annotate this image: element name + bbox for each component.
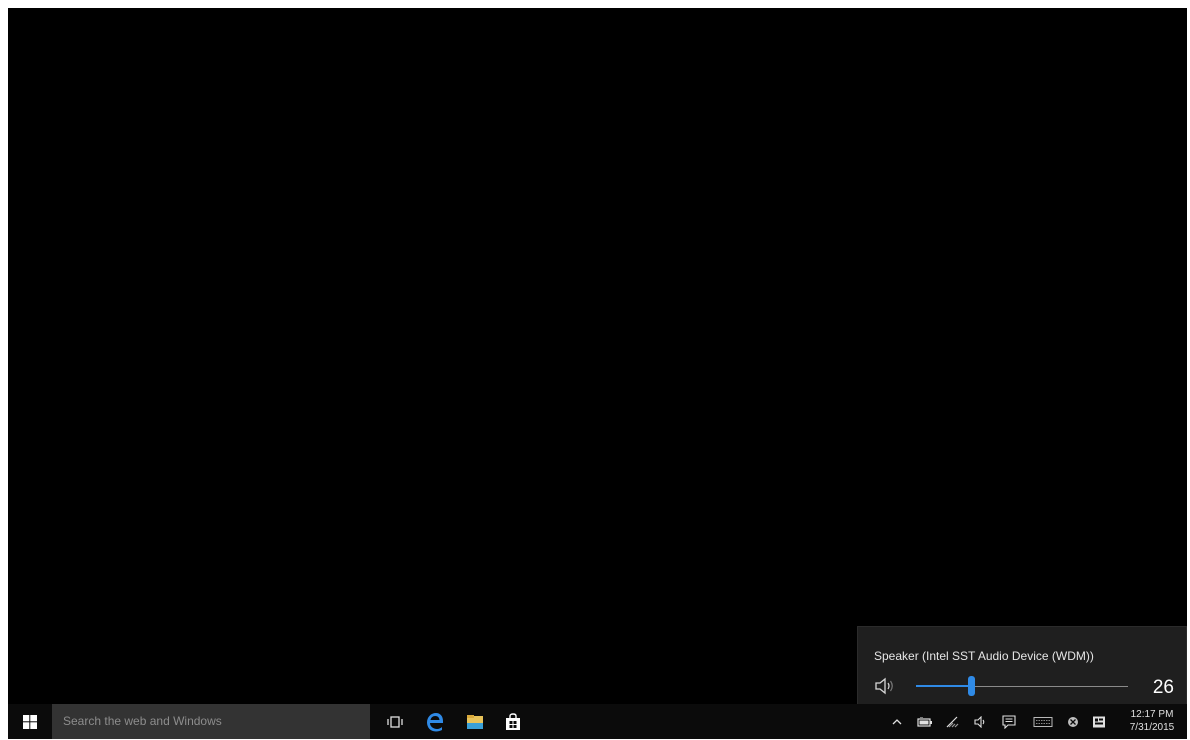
- keyboard-icon: [1033, 716, 1053, 727]
- notification-icon: [1093, 716, 1105, 727]
- clock-time: 12:17 PM: [1130, 709, 1174, 720]
- network-button[interactable]: [942, 704, 964, 739]
- speaker-icon: [974, 715, 985, 728]
- task-view-button[interactable]: [378, 704, 412, 739]
- windows-logo-icon: [23, 715, 37, 729]
- volume-flyout: Speaker (Intel SST Audio Device (WDM)) 2…: [857, 626, 1187, 711]
- device-name-label[interactable]: Speaker (Intel SST Audio Device (WDM)): [874, 649, 1094, 663]
- taskbar: Search the web and Windows 12:17 PM 7/31…: [8, 704, 1187, 739]
- file-explorer-button[interactable]: [458, 704, 492, 739]
- touch-keyboard-button[interactable]: [1028, 704, 1058, 739]
- notification-tray-button[interactable]: [1088, 704, 1110, 739]
- search-placeholder: Search the web and Windows: [63, 714, 222, 728]
- store-icon: [506, 712, 520, 730]
- speaker-mute-icon[interactable]: [874, 677, 898, 695]
- store-button[interactable]: [496, 704, 530, 739]
- search-box[interactable]: Search the web and Windows: [52, 704, 370, 739]
- edge-icon: [427, 712, 443, 731]
- clock[interactable]: 12:17 PM 7/31/2015: [1121, 708, 1183, 734]
- action-center-button[interactable]: [998, 704, 1020, 739]
- show-hidden-icons-button[interactable]: [886, 704, 908, 739]
- battery-button[interactable]: [914, 704, 936, 739]
- edge-button[interactable]: [418, 704, 452, 739]
- task-view-icon: [387, 715, 403, 728]
- clock-date: 7/31/2015: [1129, 722, 1175, 733]
- chevron-up-icon: [892, 718, 902, 724]
- app-tray-button[interactable]: [1062, 704, 1084, 739]
- volume-tray-button[interactable]: [970, 704, 992, 739]
- volume-slider-thumb[interactable]: [968, 676, 976, 696]
- desktop: Speaker (Intel SST Audio Device (WDM)) 2…: [8, 8, 1187, 739]
- battery-icon: [917, 716, 932, 727]
- folder-icon: [467, 714, 483, 729]
- network-icon: [946, 716, 959, 727]
- start-button[interactable]: [8, 704, 52, 739]
- volume-slider-fill: [916, 685, 972, 687]
- volume-value: 26: [1152, 677, 1174, 698]
- app-icon: [1068, 716, 1078, 727]
- action-center-icon: [1002, 714, 1016, 729]
